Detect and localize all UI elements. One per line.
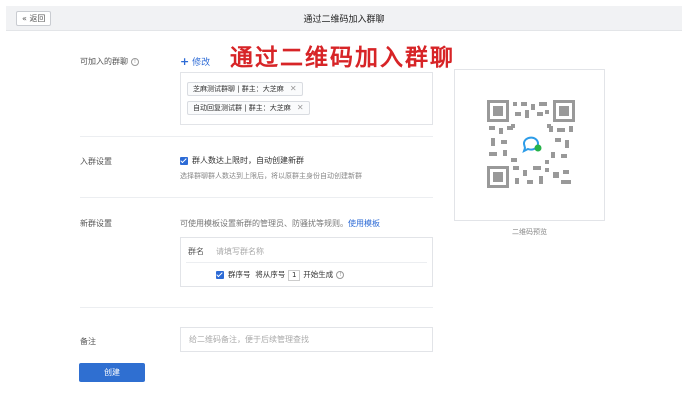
group-tag-label: 芝麻测试群聊 | 群主：大芝麻 [193, 85, 284, 93]
group-list-box: 芝麻测试群聊 | 群主：大芝麻 ✕ 自动回复测试群 | 群主：大芝麻 ✕ [180, 72, 433, 125]
close-icon[interactable]: ✕ [297, 103, 304, 112]
group-name-label: 群名 [188, 247, 204, 256]
auto-create-hint: 选择群聊群人数达到上限后，将以原群主身份自动创建新群 [180, 172, 362, 180]
qr-preview-card [454, 69, 605, 221]
serial-start-input[interactable]: 1 [288, 270, 301, 281]
auto-create-label: 群人数达上限时，自动创建新群 [192, 156, 304, 165]
group-tag: 芝麻测试群聊 | 群主：大芝麻 ✕ [187, 82, 303, 96]
remark-label: 备注 [80, 337, 96, 346]
qr-caption: 二维码预览 [512, 228, 547, 236]
overlay-title: 通过二维码加入群聊 [230, 44, 455, 71]
close-icon[interactable]: ✕ [290, 84, 297, 93]
new-group-label: 新群设置 [80, 219, 112, 228]
join-settings-label: 入群设置 [80, 157, 112, 166]
groups-label: 可加入的群聊! [80, 56, 139, 67]
group-tag: 自动回复测试群 | 群主：大芝麻 ✕ [187, 101, 310, 115]
auto-create-option[interactable]: 群人数达上限时，自动创建新群 [180, 155, 304, 166]
edit-groups-link[interactable]: + 修改 [180, 55, 210, 68]
info-icon: ! [336, 271, 345, 279]
divider [80, 136, 433, 137]
group-tag-label: 自动回复测试群 | 群主：大芝麻 [193, 104, 291, 112]
auto-create-checkbox[interactable] [180, 156, 188, 165]
group-name-input[interactable]: 请填写群名称 [216, 246, 264, 257]
create-button[interactable]: 创建 [79, 363, 145, 382]
new-group-hint: 可使用模板设置新群的管理员、防骚扰等规则。使用模板 [180, 218, 380, 229]
info-icon: ! [131, 57, 139, 66]
groups-label-text: 可加入的群聊 [80, 57, 128, 66]
remark-input[interactable]: 给二维码备注，便于后续管理查找 [180, 327, 433, 352]
serial-label: 群序号 [228, 270, 251, 279]
divider [186, 262, 427, 263]
serial-prefix: 将从序号 [255, 270, 286, 279]
serial-suffix: 开始生成 [303, 270, 334, 279]
new-group-hint-text: 可使用模板设置新群的管理员、防骚扰等规则。 [180, 219, 348, 228]
divider [80, 197, 433, 198]
new-group-box: 群名 请填写群名称 群序号 将从序号 1 开始生成! [180, 237, 433, 287]
serial-row: 群序号 将从序号 1 开始生成! [216, 269, 345, 281]
use-template-link[interactable]: 使用模板 [348, 219, 380, 228]
divider [80, 307, 433, 308]
top-bar: « 返回 通过二维码加入群聊 [6, 6, 682, 31]
plus-icon: + [180, 55, 190, 68]
edit-groups-label: 修改 [192, 58, 211, 68]
qr-code-icon [487, 100, 575, 188]
serial-checkbox[interactable] [216, 271, 224, 279]
page-title: 通过二维码加入群聊 [303, 15, 385, 25]
